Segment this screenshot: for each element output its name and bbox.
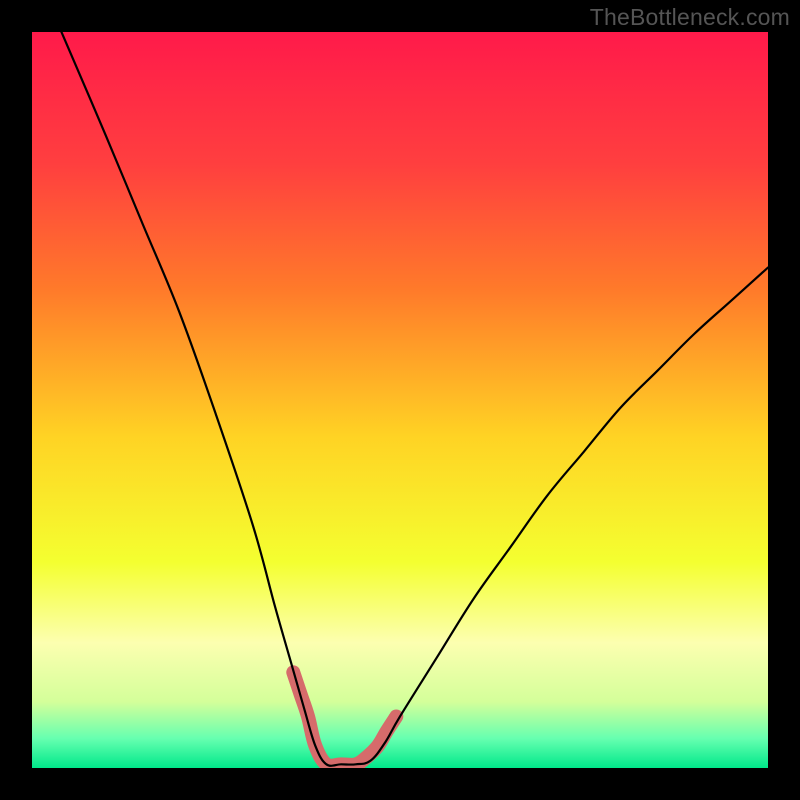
bottleneck-curve-path [61, 32, 768, 766]
chart-frame: TheBottleneck.com [0, 0, 800, 800]
watermark-text: TheBottleneck.com [590, 4, 790, 31]
curve-layer [32, 32, 768, 768]
optimal-highlight-path [293, 672, 396, 765]
plot-area [32, 32, 768, 768]
